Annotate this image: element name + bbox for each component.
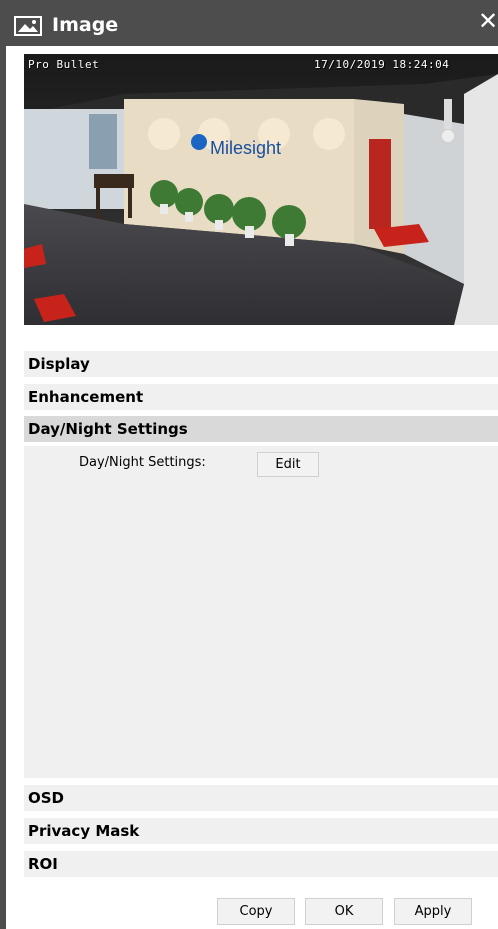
ok-button[interactable]: OK (305, 898, 383, 925)
day-night-settings-label: Day/Night Settings: (79, 455, 206, 470)
window-titlebar: Image ✕ (0, 0, 498, 46)
close-icon[interactable]: ✕ (478, 10, 498, 34)
section-enhancement[interactable]: Enhancement (24, 384, 498, 410)
section-display[interactable]: Display (24, 351, 498, 377)
osd-device-name: Pro Bullet (28, 58, 100, 71)
window-title: Image (52, 14, 119, 36)
image-icon (14, 16, 42, 36)
section-privacy-mask[interactable]: Privacy Mask (24, 818, 498, 844)
video-preview: Milesight (24, 54, 498, 325)
copy-button[interactable]: Copy (217, 898, 295, 925)
apply-button[interactable]: Apply (394, 898, 472, 925)
osd-timestamp: 17/10/2019 18:24:04 (314, 58, 450, 71)
window-left-border (0, 46, 6, 929)
edit-button[interactable]: Edit (257, 452, 319, 477)
day-night-panel (24, 446, 498, 778)
section-osd[interactable]: OSD (24, 785, 498, 811)
milesight-logo: Milesight (210, 138, 281, 158)
section-roi[interactable]: ROI (24, 851, 498, 877)
section-day-night-settings[interactable]: Day/Night Settings (24, 416, 498, 442)
